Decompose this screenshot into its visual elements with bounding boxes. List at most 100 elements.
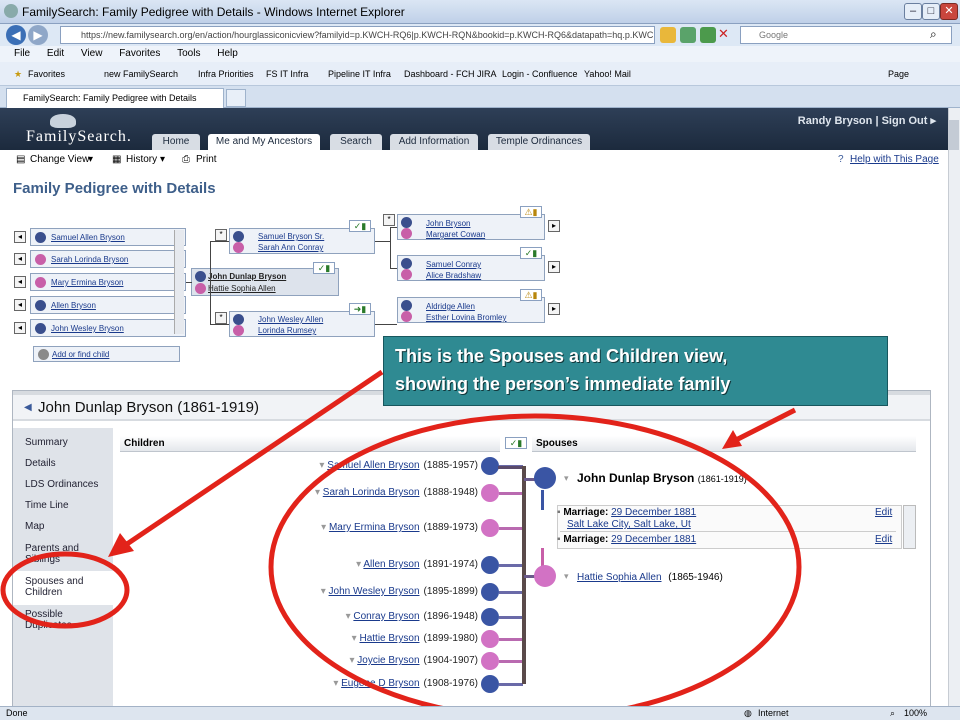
tab-me-and-my-ancestors[interactable]: Me and My Ancestors <box>208 134 320 150</box>
fav-dashboard-jira[interactable]: Dashboard - FCH JIRA <box>404 69 497 79</box>
print-button[interactable]: Print <box>196 154 217 165</box>
marriage-scrollbar[interactable] <box>903 505 916 549</box>
parent-mother-name[interactable]: Sarah Ann Conray <box>258 243 323 252</box>
lock-icon[interactable] <box>660 27 676 43</box>
male-avatar-icon[interactable] <box>481 675 499 693</box>
grandfather-name[interactable]: John Bryson <box>426 219 470 228</box>
dropdown-icon[interactable]: ▾ <box>321 522 329 533</box>
close-button[interactable]: ✕ <box>940 3 958 20</box>
parent-father-name[interactable]: Samuel Bryson Sr. <box>258 232 324 241</box>
fav-login-confluence[interactable]: Login - Confluence <box>502 69 578 79</box>
scrollbar-thumb[interactable] <box>949 120 959 150</box>
browser-tab[interactable]: FamilySearch: Family Pedigree with Detai… <box>6 88 224 108</box>
minimize-button[interactable]: – <box>904 3 922 20</box>
grandmother-name[interactable]: Alice Bradshaw <box>426 271 481 280</box>
male-avatar-icon[interactable] <box>534 467 556 489</box>
change-view-menu[interactable]: Change View <box>30 154 89 165</box>
marriage-date[interactable]: 29 December 1881 <box>611 507 696 518</box>
familysearch-logo[interactable]: FamilySearch. <box>26 128 132 146</box>
arrow-left-icon[interactable]: ◂ <box>14 276 26 288</box>
pedigree-child-name[interactable]: John Wesley Bryson <box>51 324 124 333</box>
zoom-level[interactable]: 100% <box>904 708 927 718</box>
add-child-button[interactable]: Add or find child <box>33 346 180 362</box>
page-scrollbar[interactable] <box>948 108 960 706</box>
tab-search[interactable]: Search <box>330 134 382 150</box>
pedigree-child-row[interactable]: Sarah Lorinda Bryson <box>30 250 186 268</box>
child-name[interactable]: Samuel Allen Bryson <box>327 460 419 471</box>
child-name[interactable]: Eugene D Bryson <box>341 678 419 689</box>
child-name[interactable]: Conray Bryson <box>353 611 419 622</box>
add-child-label[interactable]: Add or find child <box>52 350 109 359</box>
tab-temple-ordinances[interactable]: Temple Ordinances <box>488 134 590 150</box>
expand-icon[interactable]: * <box>215 229 227 241</box>
forward-button[interactable]: ▶ <box>28 25 48 45</box>
favorites-button[interactable]: Favorites <box>28 69 65 79</box>
menu-file[interactable]: File <box>14 48 30 59</box>
menu-tools[interactable]: Tools <box>177 48 200 59</box>
nav-possible-duplicates[interactable]: Possible Duplicates <box>25 609 111 631</box>
child-name[interactable]: Allen Bryson <box>363 559 419 570</box>
person-name[interactable]: John Dunlap Bryson <box>577 471 694 485</box>
arrow-left-icon[interactable]: ◂ <box>14 231 26 243</box>
marriage-date[interactable]: 29 December 1881 <box>611 534 696 545</box>
menu-help[interactable]: Help <box>217 48 238 59</box>
page-menu[interactable]: Page <box>888 69 909 79</box>
marriage-place[interactable]: Salt Lake City, Salt Lake, Ut <box>567 519 691 530</box>
grandmother-name[interactable]: Esther Lovina Bromley <box>426 313 506 322</box>
nav-time-line[interactable]: Time Line <box>25 500 111 511</box>
nav-summary[interactable]: Summary <box>25 437 111 448</box>
female-avatar-icon[interactable] <box>481 519 499 537</box>
menu-favorites[interactable]: Favorites <box>119 48 160 59</box>
child-name[interactable]: Joycie Bryson <box>357 655 419 666</box>
parent-father-name[interactable]: John Wesley Allen <box>258 315 323 324</box>
female-avatar-icon[interactable] <box>481 652 499 670</box>
pedigree-child-name[interactable]: Samuel Allen Bryson <box>51 233 125 242</box>
nav-parents-and-siblings[interactable]: Parents and Siblings <box>25 543 111 565</box>
stop-icon[interactable]: ✕ <box>718 26 729 42</box>
menu-view[interactable]: View <box>81 48 103 59</box>
arrow-right-icon[interactable]: ▸ <box>548 220 560 232</box>
parent-mother-name[interactable]: Lorinda Rumsey <box>258 326 316 335</box>
child-name[interactable]: Sarah Lorinda Bryson <box>323 487 420 498</box>
search-input[interactable]: Google <box>740 26 952 44</box>
help-link[interactable]: Help with This Page <box>850 154 939 165</box>
fav-yahoo-mail[interactable]: Yahoo! Mail <box>584 69 631 79</box>
dropdown-icon[interactable]: ▾ <box>564 473 569 484</box>
new-tab-button[interactable] <box>226 89 246 107</box>
nav-details[interactable]: Details <box>25 458 111 469</box>
nav-spouses-and-children[interactable]: Spouses and Children <box>25 576 111 598</box>
dropdown-icon[interactable]: ▾ <box>564 571 569 582</box>
ordinance-status-icon[interactable]: ✓▮ <box>505 437 527 449</box>
male-avatar-icon[interactable] <box>481 583 499 601</box>
fav-infra-priorities[interactable]: Infra Priorities <box>198 69 254 79</box>
ordinance-status-icon[interactable]: ➜▮ <box>349 303 371 315</box>
search-icon[interactable]: ⌕ <box>930 27 937 42</box>
fav-fs-it-infra[interactable]: FS IT Infra <box>266 69 308 79</box>
ordinance-status-icon[interactable]: ✓▮ <box>313 262 335 274</box>
ordinance-status-icon[interactable]: ✓▮ <box>520 247 542 259</box>
back-button[interactable]: ◀ <box>6 25 26 45</box>
child-name[interactable]: John Wesley Bryson <box>329 586 420 597</box>
history-menu[interactable]: History <box>126 154 157 165</box>
pedigree-child-name[interactable]: Sarah Lorinda Bryson <box>51 255 128 264</box>
focus-husband-name[interactable]: John Dunlap Bryson <box>208 272 286 281</box>
dropdown-icon[interactable]: ▾ <box>315 487 323 498</box>
male-avatar-icon[interactable] <box>481 608 499 626</box>
spouse-name[interactable]: Hattie Sophia Allen <box>577 572 662 583</box>
pedigree-child-name[interactable]: Allen Bryson <box>51 301 96 310</box>
compat-icon[interactable] <box>700 27 716 43</box>
arrow-left-icon[interactable]: ◂ <box>14 299 26 311</box>
child-name[interactable]: Hattie Bryson <box>359 633 419 644</box>
menu-edit[interactable]: Edit <box>47 48 64 59</box>
male-avatar-icon[interactable] <box>481 556 499 574</box>
child-name[interactable]: Mary Ermina Bryson <box>329 522 420 533</box>
pedigree-child-row[interactable]: John Wesley Bryson <box>30 319 186 337</box>
arrow-left-icon[interactable]: ◂ <box>14 322 26 334</box>
fav-new-familysearch[interactable]: new FamilySearch <box>104 69 178 79</box>
refresh-icon[interactable] <box>680 27 696 43</box>
edit-marriage-link[interactable]: Edit <box>875 507 892 518</box>
male-avatar-icon[interactable] <box>481 457 499 475</box>
sign-out-link[interactable]: Sign Out <box>882 115 928 127</box>
grandfather-name[interactable]: Samuel Conray <box>426 260 481 269</box>
dropdown-icon[interactable]: ▾ <box>333 678 341 689</box>
